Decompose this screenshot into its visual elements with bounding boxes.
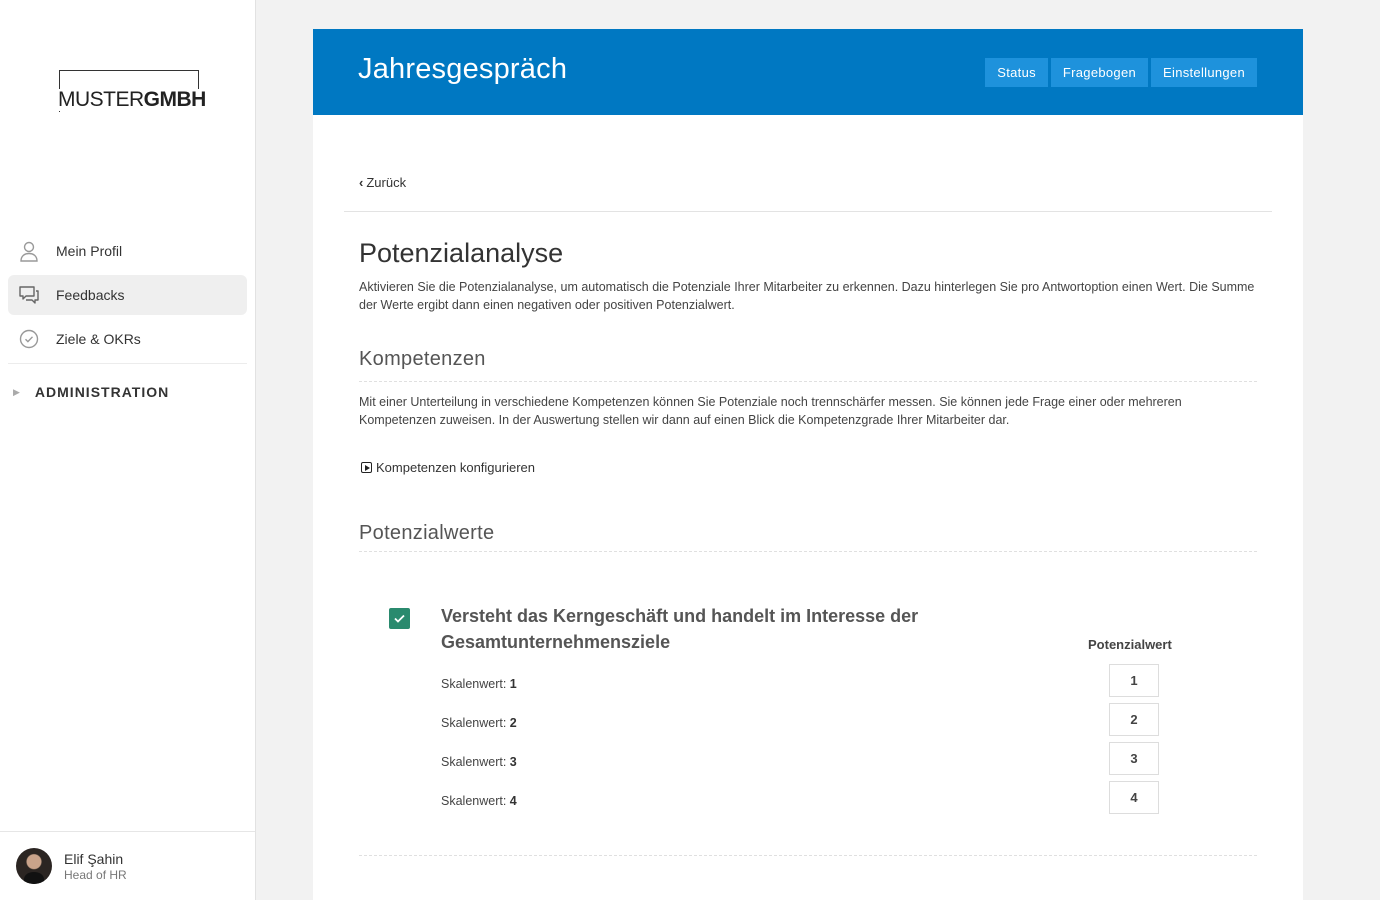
- back-label: Zurück: [366, 175, 407, 190]
- user-profile[interactable]: Elif Şahin Head of HR: [0, 831, 255, 900]
- header-button-group: Status Fragebogen Einstellungen: [985, 58, 1257, 87]
- admin-label: ADMINISTRATION: [34, 384, 170, 400]
- expand-triangle-icon: ▶: [13, 386, 21, 397]
- check-circle-icon: [18, 328, 40, 350]
- einstellungen-button[interactable]: Einstellungen: [1151, 58, 1257, 87]
- sidebar-nav: Mein Profil Feedbacks Ziele & OKRs ▶ ADM…: [8, 231, 247, 420]
- question-checkbox[interactable]: [389, 608, 410, 629]
- question-title: Versteht das Kerngeschäft und handelt im…: [441, 606, 919, 652]
- divider: [359, 855, 1257, 856]
- sidebar-item-label: Feedbacks: [56, 287, 125, 303]
- potenzialwerte-heading: Potenzialwerte: [359, 522, 495, 544]
- avatar: [16, 848, 52, 884]
- sidebar-item-administration[interactable]: ▶ ADMINISTRATION: [8, 364, 247, 420]
- potenzialwert-input[interactable]: 2: [1109, 703, 1159, 736]
- chevron-left-icon: ‹: [359, 175, 364, 190]
- user-name: Elif Şahin: [64, 850, 124, 867]
- sidebar-item-label: Mein Profil: [56, 243, 123, 259]
- config-label: Kompetenzen konfigurieren: [376, 460, 535, 475]
- sidebar: MUSTERGMBH Mein Profil Feedbacks Ziele &…: [0, 0, 256, 900]
- play-square-icon: [361, 462, 372, 473]
- sidebar-item-mein-profil[interactable]: Mein Profil: [8, 231, 247, 271]
- section-title: Potenzialanalyse: [359, 238, 564, 268]
- scale-row-label: Skalenwert: 2: [441, 716, 517, 730]
- potenzialwert-input[interactable]: 4: [1109, 781, 1159, 814]
- sidebar-item-label: Ziele & OKRs: [56, 331, 141, 347]
- sidebar-item-ziele-okrs[interactable]: Ziele & OKRs: [8, 319, 247, 359]
- page-header: Jahresgespräch Status Fragebogen Einstel…: [313, 29, 1303, 115]
- potenzialwert-column-header: Potenzialwert: [1088, 637, 1172, 652]
- chat-icon: [18, 284, 40, 306]
- potenzialwert-input[interactable]: 3: [1109, 742, 1159, 775]
- kompetenzen-text: Mit einer Unterteilung in verschiedene K…: [359, 395, 1182, 427]
- fragebogen-button[interactable]: Fragebogen: [1050, 58, 1149, 87]
- scale-row-label: Skalenwert: 1: [441, 677, 517, 691]
- kompetenzen-heading: Kompetenzen: [359, 348, 486, 370]
- status-button[interactable]: Status: [985, 58, 1048, 87]
- page-title: Jahresgespräch: [358, 53, 568, 85]
- user-icon: [18, 240, 40, 262]
- sidebar-item-feedbacks[interactable]: Feedbacks: [8, 275, 247, 315]
- intro-text: Aktivieren Sie die Potenzialanalyse, um …: [359, 280, 1255, 312]
- main-content: ‹ Zurück Potenzialanalyse Aktivieren Sie…: [313, 115, 1303, 900]
- divider: [359, 381, 1257, 382]
- checkmark-icon: [394, 614, 405, 623]
- user-role: Head of HR: [64, 867, 127, 882]
- logo-text-light: MUSTER: [58, 88, 144, 111]
- potenzialwert-input[interactable]: 1: [1109, 664, 1159, 697]
- back-link[interactable]: ‹ Zurück: [359, 175, 406, 190]
- scale-row-label: Skalenwert: 4: [441, 794, 517, 808]
- divider: [359, 551, 1257, 552]
- company-logo[interactable]: MUSTERGMBH: [58, 70, 210, 113]
- kompetenzen-konfigurieren-link[interactable]: Kompetenzen konfigurieren: [361, 460, 535, 475]
- divider: [344, 211, 1272, 212]
- scale-row-label: Skalenwert: 3: [441, 755, 517, 769]
